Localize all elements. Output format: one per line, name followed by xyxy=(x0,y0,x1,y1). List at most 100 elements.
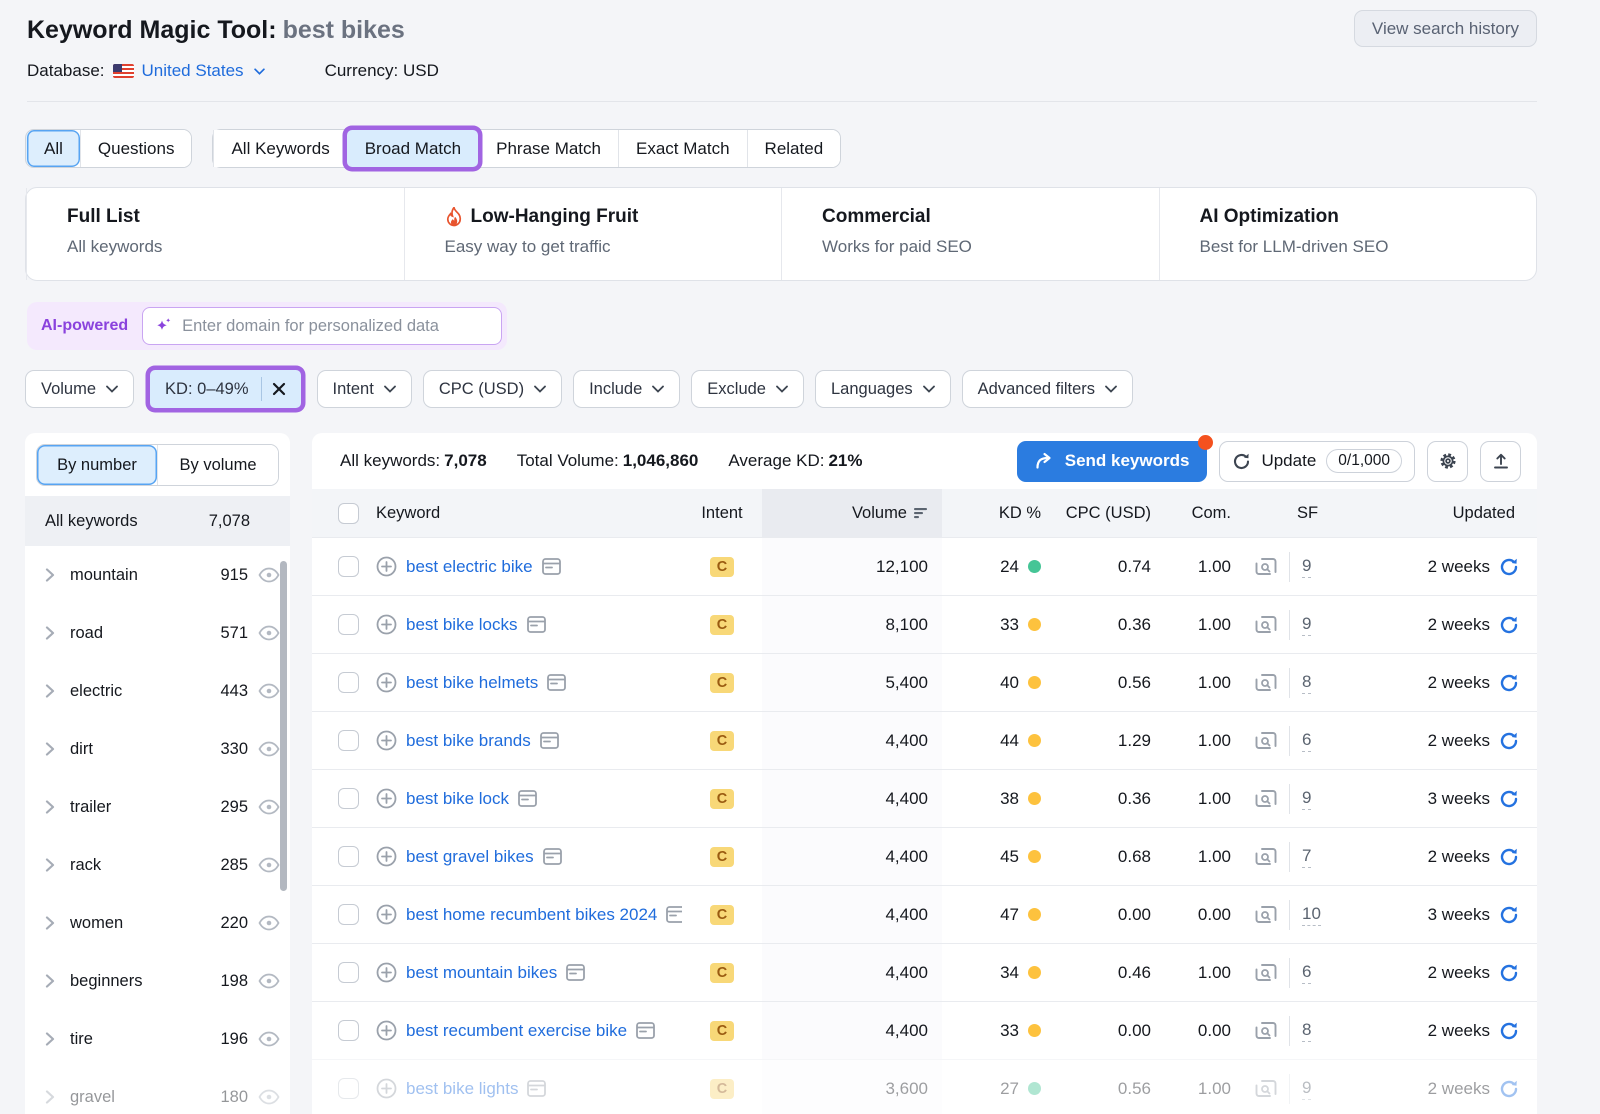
intent-badge[interactable]: C xyxy=(710,1079,734,1099)
sf-count[interactable]: 8 xyxy=(1302,672,1311,694)
eye-icon[interactable] xyxy=(258,567,280,583)
filter-button[interactable]: CPC (USD) xyxy=(423,370,562,408)
settings-button[interactable] xyxy=(1427,441,1468,482)
tab[interactable]: Questions xyxy=(80,130,192,167)
keyword-group-item[interactable]: electric 443 xyxy=(25,662,290,720)
sort-toggle-option[interactable]: By volume xyxy=(157,445,278,485)
preset-card[interactable]: AI Optimization Best for LLM-driven SEO xyxy=(1159,188,1537,280)
keyword-group-item[interactable]: dirt 330 xyxy=(25,720,290,778)
row-checkbox[interactable] xyxy=(338,904,359,925)
chevron-down-icon[interactable] xyxy=(254,68,265,75)
intent-badge[interactable]: C xyxy=(710,731,734,751)
eye-icon[interactable] xyxy=(258,799,280,815)
row-checkbox[interactable] xyxy=(338,614,359,635)
add-keyword-icon[interactable] xyxy=(376,730,397,751)
row-checkbox[interactable] xyxy=(338,846,359,867)
row-checkbox[interactable] xyxy=(338,1078,359,1099)
add-keyword-icon[interactable] xyxy=(376,556,397,577)
chevron-right-icon[interactable] xyxy=(45,800,55,814)
intent-badge[interactable]: C xyxy=(710,673,734,693)
tab[interactable]: Broad Match xyxy=(347,130,478,167)
all-keywords-row[interactable]: All keywords 7,078 xyxy=(25,496,290,546)
serp-preview-icon[interactable] xyxy=(1255,731,1277,750)
keyword-group-item[interactable]: beginners 198 xyxy=(25,952,290,1010)
sf-count[interactable]: 6 xyxy=(1302,962,1311,984)
serp-features-icon[interactable] xyxy=(636,1022,655,1039)
serp-features-icon[interactable] xyxy=(547,674,566,691)
intent-badge[interactable]: C xyxy=(710,905,734,925)
chevron-right-icon[interactable] xyxy=(45,974,55,988)
add-keyword-icon[interactable] xyxy=(376,1020,397,1041)
intent-badge[interactable]: C xyxy=(710,847,734,867)
filter-button[interactable]: Languages xyxy=(815,370,951,408)
col-cpc[interactable]: CPC (USD) xyxy=(1057,504,1167,523)
tab[interactable]: All xyxy=(26,130,80,167)
row-checkbox[interactable] xyxy=(338,1020,359,1041)
serp-preview-icon[interactable] xyxy=(1255,673,1277,692)
add-keyword-icon[interactable] xyxy=(376,904,397,925)
eye-icon[interactable] xyxy=(258,1031,280,1047)
col-keyword[interactable]: Keyword xyxy=(376,504,682,523)
serp-features-icon[interactable] xyxy=(527,616,546,633)
keyword-link[interactable]: best bike brands xyxy=(406,731,531,751)
filter-button[interactable]: Exclude xyxy=(691,370,804,408)
sf-count[interactable]: 9 xyxy=(1302,556,1311,578)
row-checkbox[interactable] xyxy=(338,672,359,693)
keyword-link[interactable]: best bike locks xyxy=(406,615,518,635)
serp-features-icon[interactable] xyxy=(542,558,561,575)
export-button[interactable] xyxy=(1480,441,1521,482)
filter-button[interactable]: Volume xyxy=(25,370,134,408)
keyword-group-item[interactable]: road 571 xyxy=(25,604,290,662)
refresh-keyword-icon[interactable] xyxy=(1499,1079,1519,1099)
chevron-right-icon[interactable] xyxy=(45,684,55,698)
preset-card[interactable]: Full List All keywords xyxy=(26,188,404,280)
keyword-group-item[interactable]: gravel 180 xyxy=(25,1068,290,1114)
col-com[interactable]: Com. xyxy=(1167,504,1247,523)
refresh-keyword-icon[interactable] xyxy=(1499,963,1519,983)
filter-button[interactable]: Intent xyxy=(317,370,412,408)
serp-features-icon[interactable] xyxy=(518,790,537,807)
intent-badge[interactable]: C xyxy=(710,789,734,809)
serp-features-icon[interactable] xyxy=(543,848,562,865)
col-volume[interactable]: Volume xyxy=(762,489,942,537)
col-kd[interactable]: KD % xyxy=(942,504,1057,523)
add-keyword-icon[interactable] xyxy=(376,614,397,635)
eye-icon[interactable] xyxy=(258,973,280,989)
keyword-group-item[interactable]: tire 196 xyxy=(25,1010,290,1068)
keyword-group-item[interactable]: mountain 915 xyxy=(25,546,290,604)
chevron-right-icon[interactable] xyxy=(45,1032,55,1046)
tab[interactable]: Phrase Match xyxy=(478,130,618,167)
filter-button[interactable]: Advanced filters xyxy=(962,370,1133,408)
intent-badge[interactable]: C xyxy=(710,557,734,577)
update-button[interactable]: Update 0/1,000 xyxy=(1219,441,1415,482)
row-checkbox[interactable] xyxy=(338,962,359,983)
sf-count[interactable]: 9 xyxy=(1302,1078,1311,1100)
add-keyword-icon[interactable] xyxy=(376,1078,397,1099)
keyword-link[interactable]: best recumbent exercise bike xyxy=(406,1021,627,1041)
refresh-keyword-icon[interactable] xyxy=(1499,1021,1519,1041)
keyword-link[interactable]: best bike helmets xyxy=(406,673,538,693)
keyword-link[interactable]: best bike lock xyxy=(406,789,509,809)
col-updated[interactable]: Updated xyxy=(1352,504,1537,523)
chevron-right-icon[interactable] xyxy=(45,742,55,756)
add-keyword-icon[interactable] xyxy=(376,788,397,809)
chevron-right-icon[interactable] xyxy=(45,916,55,930)
refresh-keyword-icon[interactable] xyxy=(1499,673,1519,693)
serp-preview-icon[interactable] xyxy=(1255,1079,1277,1098)
sf-count[interactable]: 9 xyxy=(1302,788,1311,810)
chevron-right-icon[interactable] xyxy=(45,626,55,640)
preset-card[interactable]: Commercial Works for paid SEO xyxy=(781,188,1159,280)
eye-icon[interactable] xyxy=(258,683,280,699)
keyword-group-item[interactable]: rack 285 xyxy=(25,836,290,894)
serp-preview-icon[interactable] xyxy=(1255,557,1277,576)
row-checkbox[interactable] xyxy=(338,788,359,809)
eye-icon[interactable] xyxy=(258,857,280,873)
refresh-keyword-icon[interactable] xyxy=(1499,847,1519,867)
intent-badge[interactable]: C xyxy=(710,963,734,983)
keyword-group-item[interactable]: women 220 xyxy=(25,894,290,952)
eye-icon[interactable] xyxy=(258,625,280,641)
view-search-history-button[interactable]: View search history xyxy=(1354,10,1537,47)
serp-preview-icon[interactable] xyxy=(1255,615,1277,634)
eye-icon[interactable] xyxy=(258,741,280,757)
keyword-group-item[interactable]: trailer 295 xyxy=(25,778,290,836)
